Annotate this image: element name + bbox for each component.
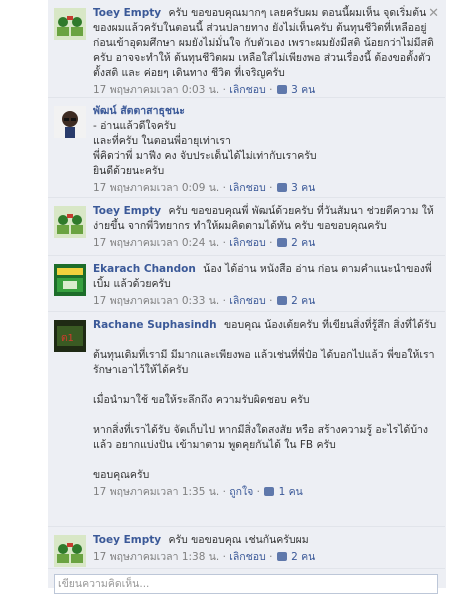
comment-text: - อ่านแล้วดีใจครับ และที่ครับ ในตอนพี่อา… (93, 120, 317, 177)
likes-count[interactable]: 1 คน (279, 486, 303, 498)
comment-author[interactable]: Toey Empty (93, 7, 161, 19)
comment-item: Ekarach Chandon น้อง ได้อ่าน หนังสือ อ่า… (48, 256, 445, 312)
comment-author[interactable]: Rachane Suphasindh (93, 319, 217, 331)
comment-text: ขอบคุณ น้องเต้ยครับ ที่เขียนสิ่งที่รู้สึ… (93, 319, 437, 481)
comment-time[interactable]: 17 พฤษภาคมเวลา 1:35 น. (93, 486, 219, 498)
unlike-link[interactable]: เลิกชอบ (229, 551, 265, 563)
likes-count[interactable]: 2 คน (291, 237, 315, 249)
unlike-link[interactable]: เลิกชอบ (229, 295, 265, 307)
comment-time[interactable]: 17 พฤษภาคมเวลา 1:38 น. (93, 551, 219, 563)
avatar[interactable] (54, 535, 86, 567)
avatar[interactable] (54, 264, 86, 296)
unlike-link[interactable]: เลิกชอบ (229, 182, 265, 194)
comment-text: ครับ ขอขอบคุณ เช่นกันครับผม (168, 534, 309, 546)
comment-item: Toey Empty ครับ ขอขอบคุณ เช่นกันครับผม 1… (48, 527, 445, 569)
comment-meta: 17 พฤษภาคมเวลา 0:33 น. · เลิกชอบ · 2 คน (93, 295, 316, 307)
comment-item: Toey Empty ครับ ขอขอบคุณพี่ พัฒน์ด้วยครั… (48, 198, 445, 256)
comment-meta: 17 พฤษภาคมเวลา 1:35 น. · ถูกใจ · 1 คน (93, 486, 303, 498)
comment-meta: 17 พฤษภาคมเวลา 0:24 น. · เลิกชอบ · 2 คน (93, 237, 316, 249)
comment-author[interactable]: Toey Empty (93, 205, 161, 217)
avatar[interactable]: ต1 (54, 320, 86, 352)
comment-time[interactable]: 17 พฤษภาคมเวลา 0:09 น. (93, 182, 219, 194)
like-icon (276, 238, 287, 247)
likes-count[interactable]: 3 คน (291, 84, 315, 96)
comment-time[interactable]: 17 พฤษภาคมเวลา 0:24 น. (93, 237, 219, 249)
svg-text:ต1: ต1 (61, 333, 74, 344)
comment-meta: 17 พฤษภาคมเวลา 1:38 น. · เลิกชอบ · 2 คน (93, 551, 316, 563)
likes-count[interactable]: 2 คน (291, 551, 315, 563)
like-icon (276, 296, 287, 305)
comment-author[interactable]: Toey Empty (93, 534, 161, 546)
like-icon (276, 85, 287, 94)
comment-time[interactable]: 17 พฤษภาคมเวลา 0:03 น. (93, 84, 219, 96)
comment-author[interactable]: Ekarach Chandon (93, 263, 196, 275)
like-icon (264, 487, 275, 496)
comment-item: พัฒน์ สัตตาสาธุชนะ - อ่านแล้วดีใจครับ แล… (48, 98, 445, 198)
comment-author[interactable]: พัฒน์ สัตตาสาธุชนะ (93, 105, 185, 117)
unlike-link[interactable]: เลิกชอบ (229, 237, 265, 249)
comment-item: ✕ Toey Empty ครับ ขอขอบคุณมากๆ เลยครับผม… (48, 0, 445, 98)
comment-meta: 17 พฤษภาคมเวลา 0:03 น. · เลิกชอบ · 3 คน (93, 84, 316, 96)
comment-time[interactable]: 17 พฤษภาคมเวลา 0:33 น. (93, 295, 219, 307)
comment-item: ต1 Rachane Suphasindh ขอบคุณ น้องเต้ยครั… (48, 312, 445, 527)
unlike-link[interactable]: เลิกชอบ (229, 84, 265, 96)
likes-count[interactable]: 3 คน (291, 182, 315, 194)
likes-count[interactable]: 2 คน (291, 295, 315, 307)
like-icon (276, 183, 287, 192)
comment-meta: 17 พฤษภาคมเวลา 0:09 น. · เลิกชอบ · 3 คน (93, 182, 316, 194)
avatar[interactable] (54, 206, 86, 238)
like-icon (276, 552, 287, 561)
like-link[interactable]: ถูกใจ (229, 486, 253, 498)
avatar[interactable] (54, 8, 86, 40)
comment-input[interactable]: เขียนความคิดเห็น... (54, 574, 438, 594)
avatar[interactable] (54, 106, 86, 138)
comment-composer: เขียนความคิดเห็น... (48, 569, 445, 594)
